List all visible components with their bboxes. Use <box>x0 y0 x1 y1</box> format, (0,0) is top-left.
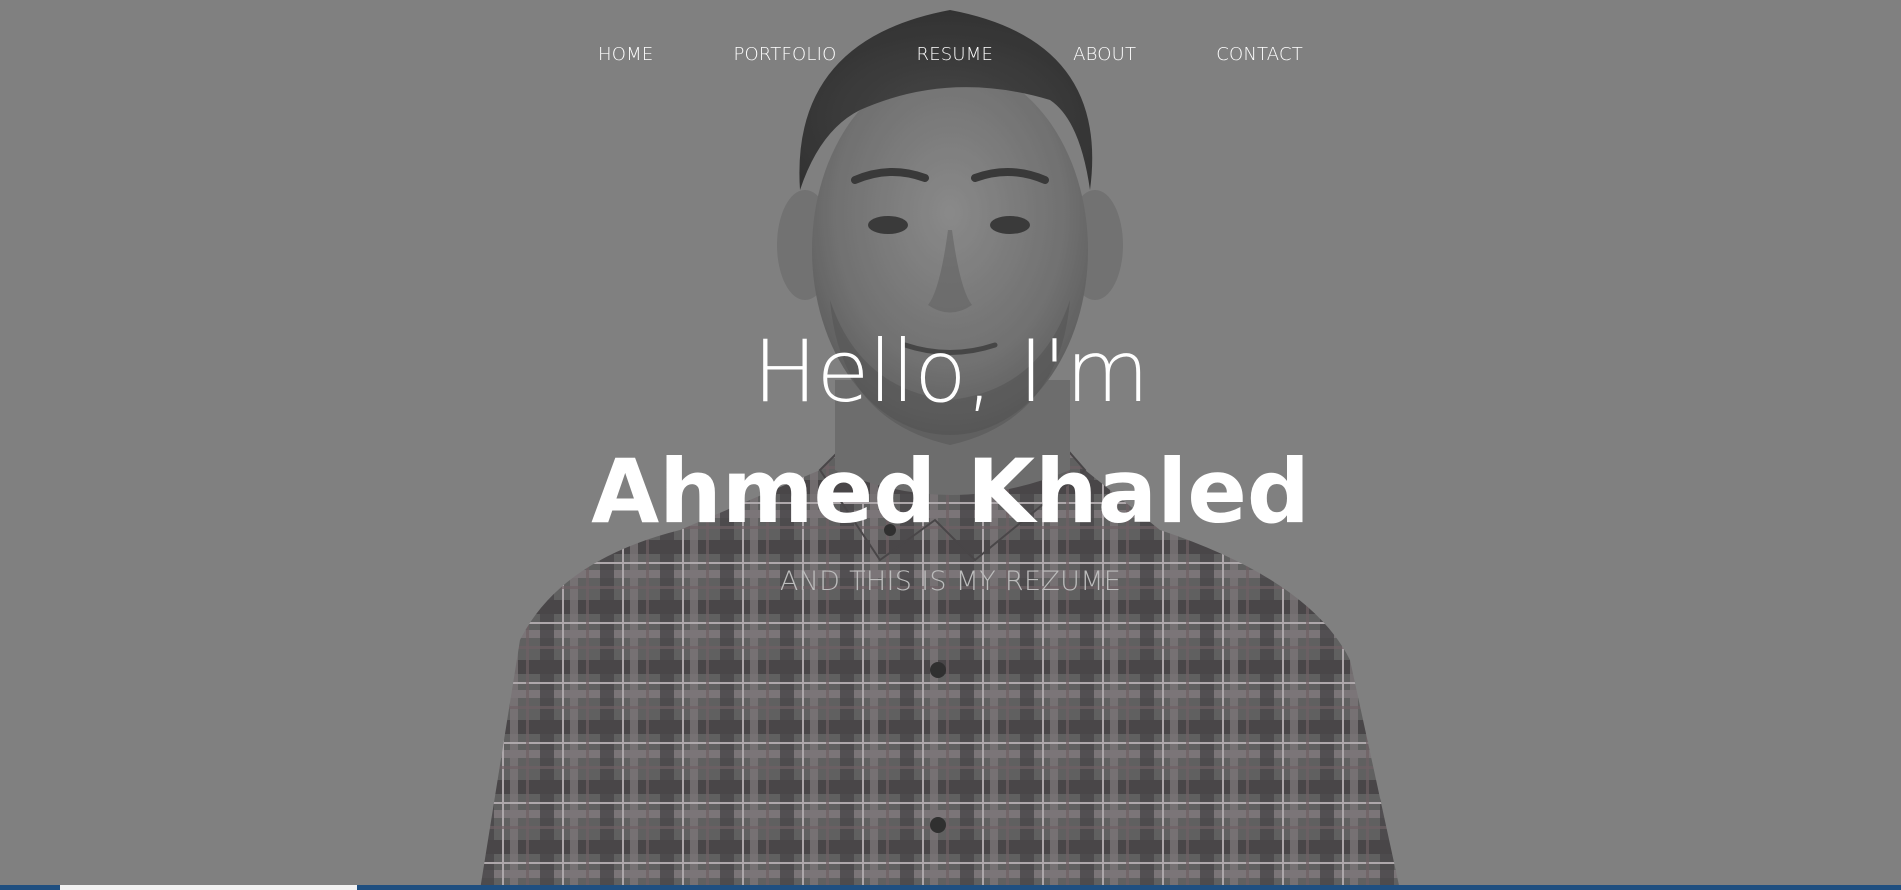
name-heading: Ahmed Khaled <box>591 440 1310 543</box>
nav-resume[interactable]: RESUME <box>876 44 1033 65</box>
greeting-heading: Hello, I'm <box>752 322 1149 422</box>
tagline: AND THIS IS MY REZUME <box>779 566 1122 597</box>
nav-contact[interactable]: CONTACT <box>1176 44 1343 65</box>
hero-section: HOME PORTFOLIO RESUME ABOUT CONTACT Hell… <box>0 0 1901 890</box>
nav-about[interactable]: ABOUT <box>1033 44 1176 65</box>
scroll-progress-fill <box>60 885 357 890</box>
main-nav: HOME PORTFOLIO RESUME ABOUT CONTACT <box>0 44 1901 65</box>
scroll-progress-bar <box>0 885 1901 890</box>
nav-home[interactable]: HOME <box>558 44 693 65</box>
nav-portfolio[interactable]: PORTFOLIO <box>693 44 876 65</box>
